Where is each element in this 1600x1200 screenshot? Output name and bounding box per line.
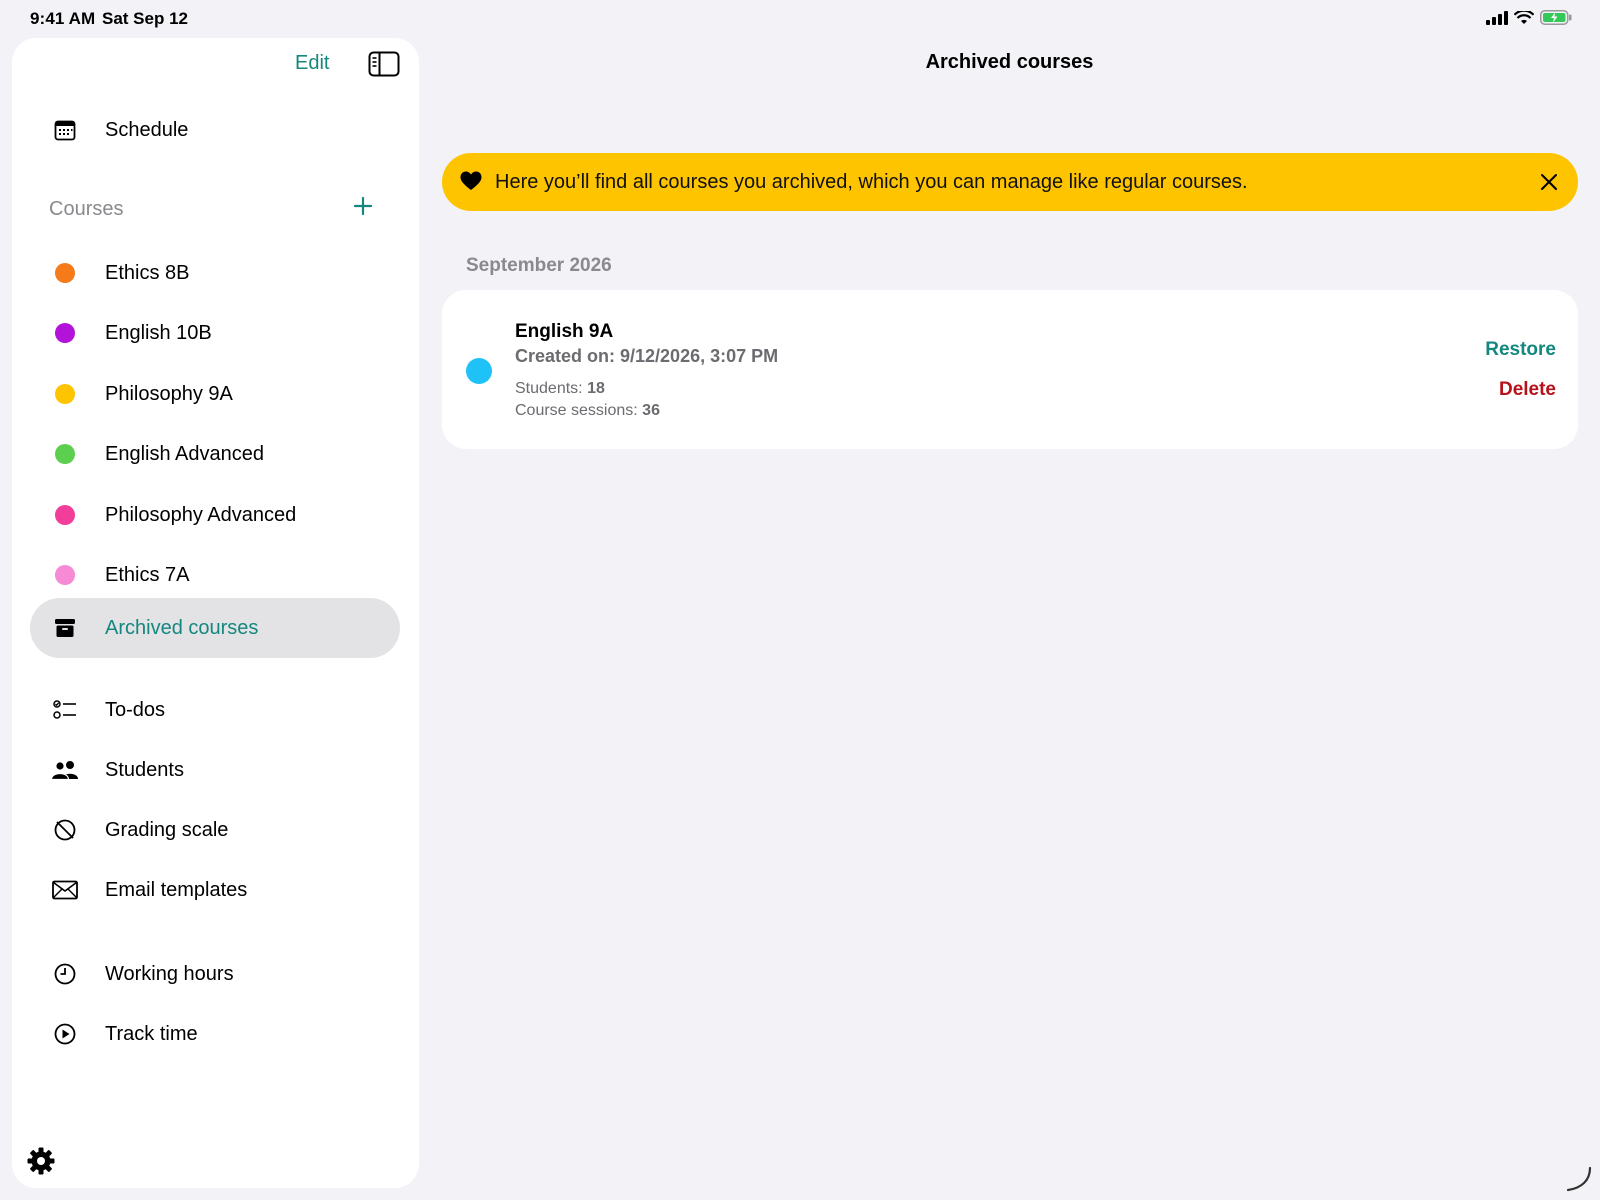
people-icon <box>51 756 79 784</box>
restore-button[interactable]: Restore <box>1485 339 1556 361</box>
course-color-dot <box>51 440 79 468</box>
course-color-dot <box>51 561 79 589</box>
archived-course-card[interactable]: English 9A Created on: 9/12/2026, 3:07 P… <box>442 290 1578 449</box>
cellular-signal-icon <box>1486 10 1508 25</box>
status-icons <box>1486 10 1572 25</box>
banner-text: Here you’ll find all courses you archive… <box>495 171 1248 193</box>
course-color-dot <box>466 358 492 384</box>
sidebar-item-label: English 10B <box>105 321 212 344</box>
sidebar-item-label: Philosophy Advanced <box>105 503 297 526</box>
course-color-dot <box>51 380 79 408</box>
sidebar-item-grading-scale[interactable]: Grading scale <box>30 800 400 860</box>
clock-icon <box>51 960 79 988</box>
sidebar-item-todos[interactable]: To-dos <box>30 680 400 740</box>
sidebar-item-course[interactable]: English Advanced <box>30 424 400 484</box>
checklist-icon <box>51 696 79 724</box>
status-date: Sat Sep 12 <box>102 9 188 28</box>
course-sessions-count: Course sessions: 36 <box>515 402 660 420</box>
sidebar: Edit Schedule Courses Ethics 8B English … <box>12 38 419 1188</box>
delete-button[interactable]: Delete <box>1499 379 1556 401</box>
status-bar: 9:41 AM Sat Sep 12 <box>0 0 1600 36</box>
course-color-dot <box>51 319 79 347</box>
sidebar-item-course[interactable]: Ethics 8B <box>30 243 400 303</box>
heart-icon <box>460 171 482 190</box>
calendar-icon <box>51 116 79 144</box>
gear-icon[interactable] <box>26 1146 56 1176</box>
battery-icon <box>1540 10 1572 25</box>
sidebar-item-label: Ethics 8B <box>105 261 190 284</box>
page-title: Archived courses <box>925 51 1094 73</box>
sidebar-item-course[interactable]: Ethics 7A <box>30 545 400 605</box>
play-circle-icon <box>51 1020 79 1048</box>
sidebar-item-label: English Advanced <box>105 442 265 465</box>
students-value: 18 <box>587 380 605 397</box>
sidebar-toggle-icon[interactable] <box>368 51 400 77</box>
course-name: English 9A <box>515 321 614 342</box>
envelope-icon <box>51 876 79 904</box>
course-color-dot <box>51 259 79 287</box>
sidebar-item-students[interactable]: Students <box>30 740 400 800</box>
course-color-dot <box>51 501 79 529</box>
sidebar-item-course[interactable]: Philosophy Advanced <box>30 485 400 545</box>
sidebar-item-label: Archived courses <box>105 616 259 639</box>
add-course-icon[interactable] <box>350 193 376 219</box>
status-time: 9:41 AM <box>30 9 96 28</box>
resize-handle-icon[interactable] <box>1564 1164 1594 1194</box>
course-students-count: Students: 18 <box>515 380 605 398</box>
sidebar-item-course[interactable]: English 10B <box>30 303 400 363</box>
sidebar-item-label: Working hours <box>105 962 234 985</box>
sidebar-item-email-templates[interactable]: Email templates <box>30 860 400 920</box>
sidebar-item-archived-courses[interactable]: Archived courses <box>30 598 400 658</box>
sidebar-item-label: Email templates <box>105 878 248 901</box>
sessions-label: Course sessions: <box>515 402 638 419</box>
edit-button[interactable]: Edit <box>295 52 329 75</box>
month-section-header: September 2026 <box>466 255 612 276</box>
sidebar-item-label: Grading scale <box>105 818 229 841</box>
courses-section-title: Courses <box>49 198 124 220</box>
sidebar-item-label: Philosophy 9A <box>105 382 233 405</box>
course-created-date: Created on: 9/12/2026, 3:07 PM <box>515 346 779 366</box>
close-icon[interactable] <box>1538 171 1560 193</box>
sidebar-item-label: Students <box>105 758 184 781</box>
sidebar-item-course[interactable]: Philosophy 9A <box>30 364 400 424</box>
sidebar-item-track-time[interactable]: Track time <box>30 1004 400 1064</box>
sessions-value: 36 <box>642 402 660 419</box>
sidebar-item-schedule[interactable]: Schedule <box>30 100 400 160</box>
grading-scale-icon <box>51 816 79 844</box>
archive-box-icon <box>51 614 79 642</box>
sidebar-item-label: Ethics 7A <box>105 563 190 586</box>
sidebar-item-working-hours[interactable]: Working hours <box>30 944 400 1004</box>
sidebar-item-label: To-dos <box>105 698 166 721</box>
sidebar-item-label: Track time <box>105 1022 198 1045</box>
sidebar-item-label: Schedule <box>105 118 189 141</box>
info-banner: Here you’ll find all courses you archive… <box>442 153 1578 211</box>
students-label: Students: <box>515 380 583 397</box>
wifi-icon <box>1514 10 1534 24</box>
